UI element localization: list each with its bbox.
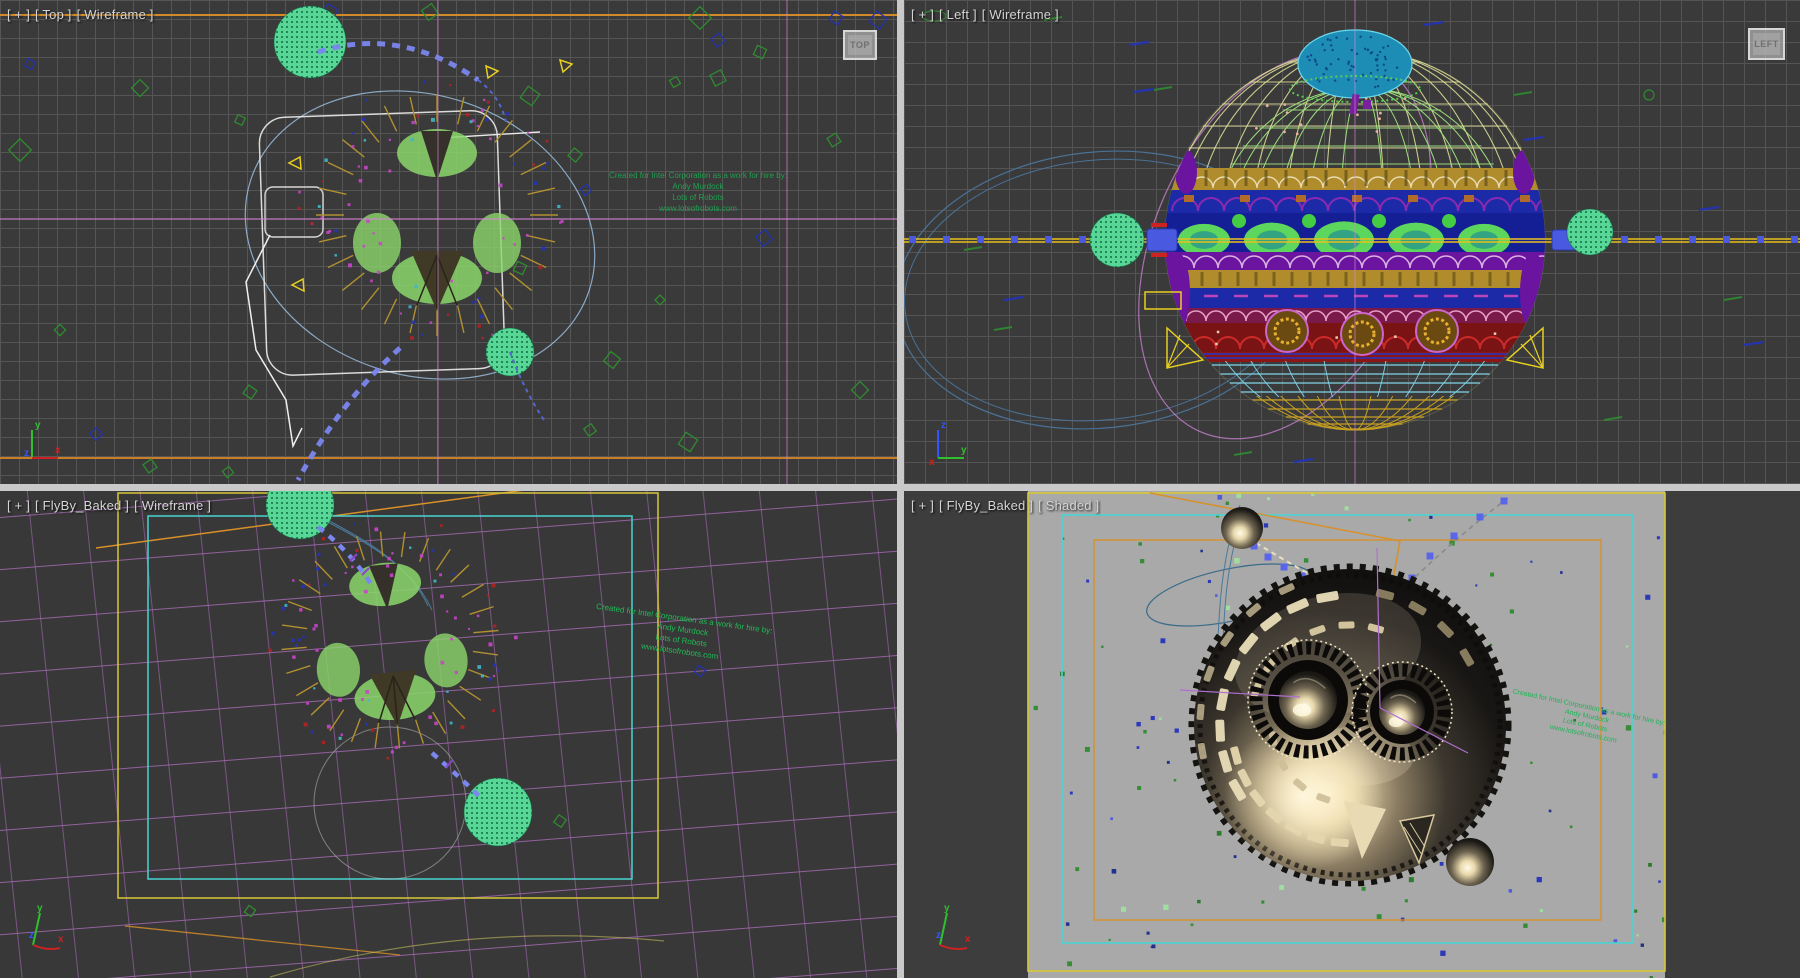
viewport-menu-shading[interactable]: [ Wireframe ] bbox=[134, 498, 211, 513]
left-axis-z-label: z bbox=[941, 420, 946, 431]
viewport-menu-shading[interactable]: [ Wireframe ] bbox=[982, 7, 1059, 22]
viewcube-label: LEFT bbox=[1754, 39, 1779, 49]
top-axis-z-label: z bbox=[24, 448, 29, 459]
viewport-menu-general[interactable]: [ + ] bbox=[7, 7, 30, 22]
scene-canvas-top: y x z bbox=[0, 0, 897, 484]
scene-canvas-left: z y x bbox=[904, 0, 1800, 484]
viewport-menu-general[interactable]: [ + ] bbox=[911, 7, 934, 22]
viewport-label: [ + ] [ Left ] [ Wireframe ] bbox=[911, 7, 1064, 22]
viewport-menu-pov[interactable]: [ Top ] bbox=[35, 7, 72, 22]
viewport-label: [ + ] [ Top ] [ Wireframe ] bbox=[7, 7, 159, 22]
top-axis-y-label: y bbox=[35, 420, 41, 431]
viewport-menu-pov[interactable]: [ FlyBy_Baked ] bbox=[939, 498, 1033, 513]
viewport-label: [ + ] [ FlyBy_Baked ] [ Shaded ] bbox=[911, 498, 1104, 513]
camshaded-axis-x-label: x bbox=[965, 934, 971, 945]
camshaded-axis-z-label: z bbox=[936, 930, 941, 941]
camwire-axis-z-label: z bbox=[29, 930, 34, 941]
viewport-left-wireframe[interactable]: z y x [ + ] [ Left ] [ Wireframe ] LEFT bbox=[904, 0, 1800, 484]
top-axis-x-label: x bbox=[55, 445, 61, 456]
scene-canvas-camera-shaded: y x z bbox=[904, 491, 1800, 978]
viewport-quad-layout: yxz [ + ][ Top ][ Wireframe ] TOP Create… bbox=[0, 0, 1800, 978]
viewcube-top[interactable]: TOP bbox=[843, 30, 877, 60]
left-axis-y-label: y bbox=[961, 445, 967, 456]
viewport-top-wireframe[interactable]: yxz [ + ][ Top ][ Wireframe ] TOP Create… bbox=[0, 0, 897, 484]
viewport-camera-shaded[interactable]: yxz [ + ][ FlyBy_Baked ][ Shaded ] Creat… bbox=[904, 491, 1800, 978]
left-axis-x-label: x bbox=[929, 457, 935, 468]
viewport-menu-pov[interactable]: [ FlyBy_Baked ] bbox=[35, 498, 129, 513]
viewport-label: [ + ] [ FlyBy_Baked ] [ Wireframe ] bbox=[7, 498, 216, 513]
viewport-menu-pov[interactable]: [ Left ] bbox=[939, 7, 977, 22]
viewport-menu-general[interactable]: [ + ] bbox=[7, 498, 30, 513]
viewport-menu-shading[interactable]: [ Shaded ] bbox=[1038, 498, 1099, 513]
viewcube-label: TOP bbox=[850, 40, 870, 50]
viewport-camera-wireframe[interactable]: yxz [ + ][ FlyBy_Baked ][ Wireframe ] Cr… bbox=[0, 491, 897, 978]
scene-canvas-camera-wire: y x z bbox=[0, 491, 897, 978]
viewcube-left[interactable]: LEFT bbox=[1748, 28, 1785, 60]
camwire-axis-x-label: x bbox=[58, 934, 64, 945]
camshaded-axis-y-label: y bbox=[944, 903, 950, 914]
viewport-menu-general[interactable]: [ + ] bbox=[911, 498, 934, 513]
viewport-menu-shading[interactable]: [ Wireframe ] bbox=[77, 7, 154, 22]
camwire-axis-y-label: y bbox=[37, 903, 43, 914]
